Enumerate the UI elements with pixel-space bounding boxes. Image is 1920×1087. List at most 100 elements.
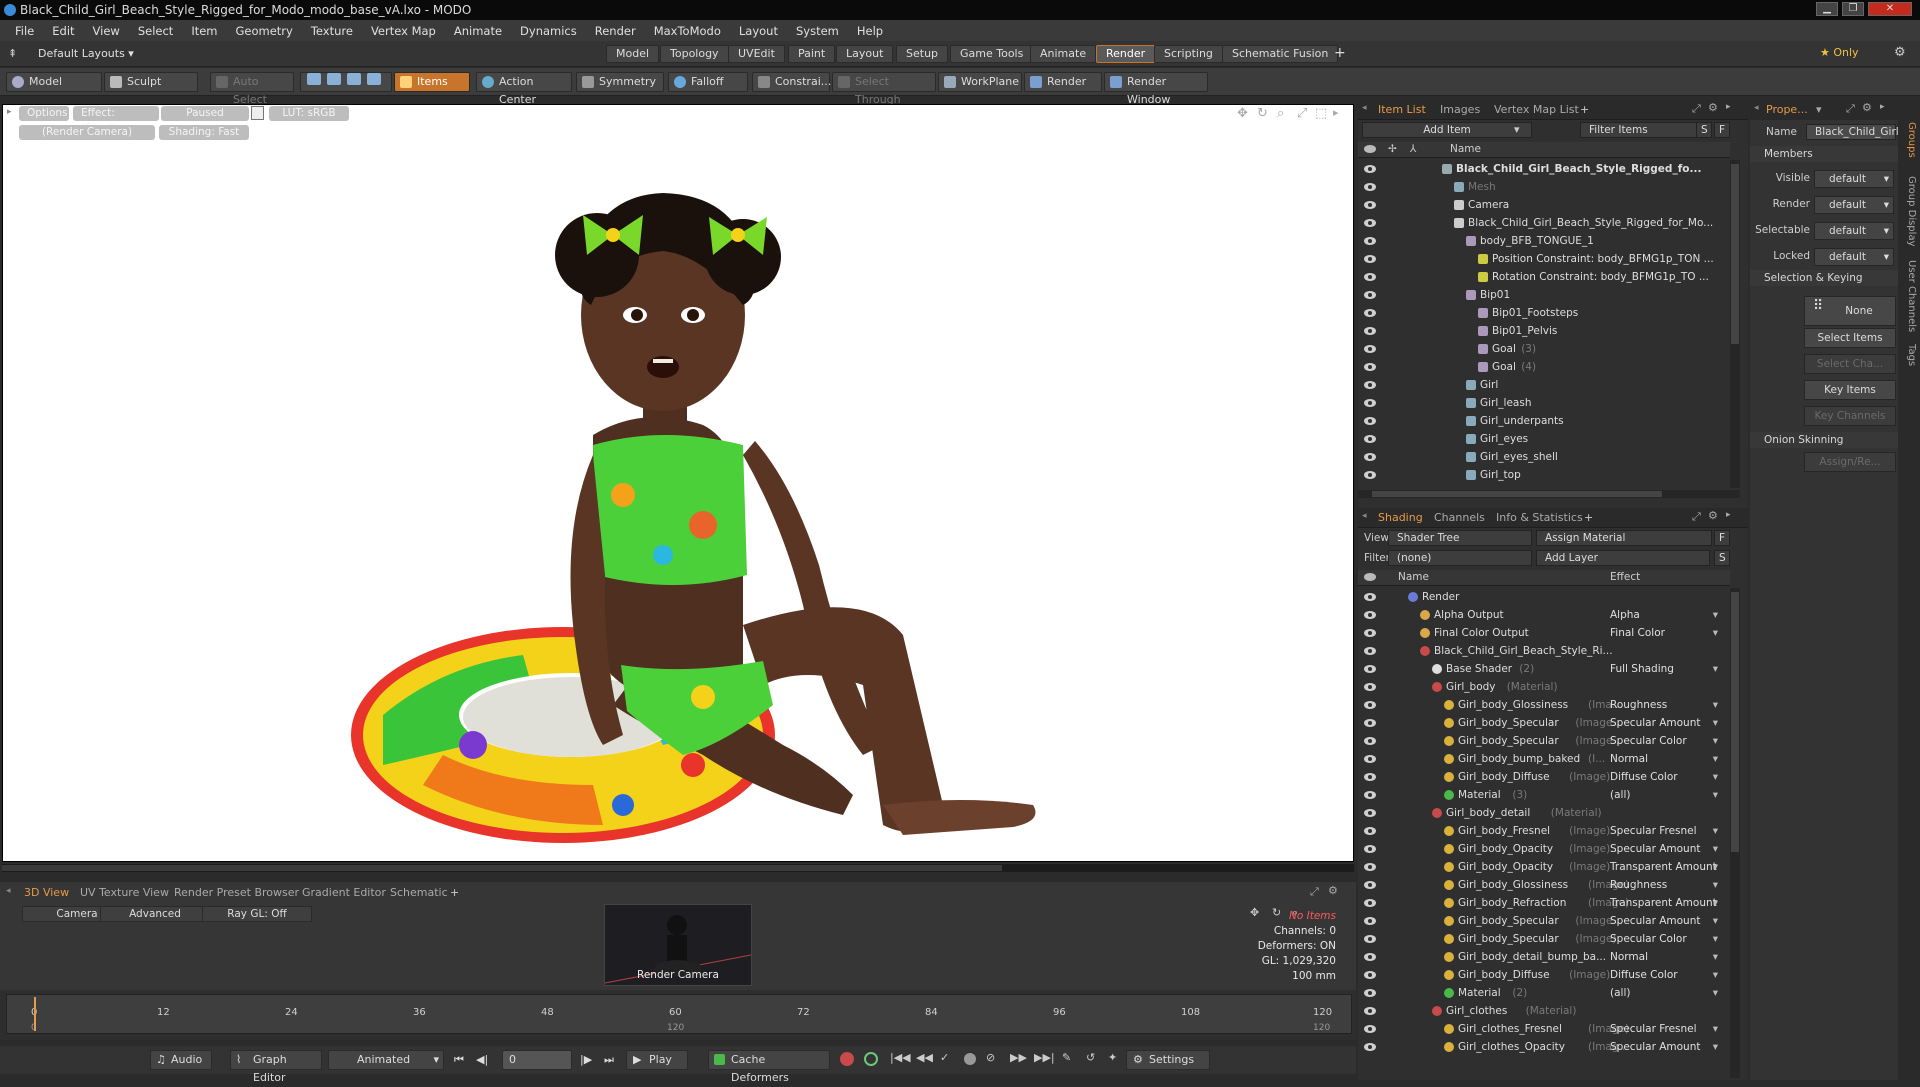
keyframe-options-icon[interactable]: ✎ xyxy=(1062,1051,1071,1064)
item-list-row[interactable]: Bip01_Pelvis xyxy=(1358,322,1728,340)
menu-texture[interactable]: Texture xyxy=(311,24,353,38)
item-list-name-column[interactable]: Name xyxy=(1450,142,1481,157)
header-pin-icon[interactable]: ⅄ xyxy=(1410,142,1416,157)
effect-dropdown[interactable]: Normal xyxy=(1610,750,1720,768)
visibility-eye-icon[interactable] xyxy=(1364,345,1376,353)
menu-file[interactable]: File xyxy=(15,24,34,38)
visibility-eye-icon[interactable] xyxy=(1364,471,1376,479)
polygons-mode-icon[interactable] xyxy=(347,73,361,85)
shader-tree-row[interactable]: Girl_body_Glossiness (Image) Roughness xyxy=(1358,876,1728,894)
item-list-row[interactable]: Girl_eyes_shell xyxy=(1358,448,1728,466)
effect-dropdown[interactable]: Specular Amount xyxy=(1610,714,1720,732)
visibility-eye-icon[interactable] xyxy=(1364,935,1376,943)
key-channels-button[interactable]: Key Channels xyxy=(1804,406,1896,426)
ghost-icon[interactable]: ↺ xyxy=(1086,1051,1095,1064)
effect-dropdown[interactable]: Alpha xyxy=(1610,606,1720,624)
shader-tree-row[interactable]: Alpha Output Alpha xyxy=(1358,606,1728,624)
item-list-row[interactable]: Black_Child_Girl_Beach_Style_Rigged_fo..… xyxy=(1358,160,1728,178)
visibility-eye-icon[interactable] xyxy=(1364,219,1376,227)
visibility-eye-icon[interactable] xyxy=(1364,737,1376,745)
visibility-eye-icon[interactable] xyxy=(1364,665,1376,673)
item-list-scrollbar[interactable] xyxy=(1730,160,1740,488)
maximize-button[interactable]: ❐ xyxy=(1842,2,1864,16)
item-list-row[interactable]: Girl_top xyxy=(1358,466,1728,484)
visibility-eye-icon[interactable] xyxy=(1364,1007,1376,1015)
visibility-eye-icon[interactable] xyxy=(1364,327,1376,335)
shading-f-button[interactable]: F xyxy=(1714,530,1730,546)
graph-editor-button[interactable]: ⌇ Graph Editor xyxy=(230,1050,322,1084)
visibility-eye-icon[interactable] xyxy=(1364,399,1376,407)
shader-tree-row[interactable]: Girl_body_Specular (Image... Specular Amou… xyxy=(1358,714,1728,732)
tab-channels[interactable]: Channels xyxy=(1434,511,1485,524)
nav-move-icon[interactable]: ✥ xyxy=(1250,906,1259,919)
nav-rotate-icon[interactable]: ↻ xyxy=(1272,906,1281,919)
shader-tree-row[interactable]: Base Shader (2) Full Shading xyxy=(1358,660,1728,678)
sculpt-mode-button[interactable]: Sculpt xyxy=(104,72,198,92)
shading-panel-collapse-icon[interactable]: ◂ xyxy=(1362,511,1367,521)
menu-maxtomodo[interactable]: MaxToModo xyxy=(654,24,721,38)
visibility-eye-icon[interactable] xyxy=(1364,701,1376,709)
item-list-hscroll-thumb[interactable] xyxy=(1372,491,1662,497)
tab-item-list[interactable]: Item List xyxy=(1378,103,1426,116)
panel-gear-icon[interactable]: ⚙ xyxy=(1328,884,1338,897)
current-frame-marker[interactable] xyxy=(34,997,36,1031)
tab-images[interactable]: Images xyxy=(1440,103,1480,116)
item-list-row[interactable]: Black_Child_Girl_Beach_Style_Rigged_for_… xyxy=(1358,214,1728,232)
render-window-button[interactable]: Render Window xyxy=(1104,72,1208,106)
unkey-icon[interactable]: ⊘ xyxy=(986,1051,995,1064)
settings-button[interactable]: ⚙ Settings xyxy=(1126,1050,1210,1070)
shader-tree-row[interactable]: Black_Child_Girl_Beach_Style_Ri... xyxy=(1358,642,1728,660)
add-panel-tab-button[interactable]: + xyxy=(450,886,459,899)
header-eye-icon[interactable] xyxy=(1364,145,1376,153)
menu-edit[interactable]: Edit xyxy=(52,24,74,38)
effect-dropdown[interactable]: Transparent Amount xyxy=(1610,858,1720,876)
play-button[interactable]: ▶ Play xyxy=(626,1050,688,1070)
visibility-eye-icon[interactable] xyxy=(1364,629,1376,637)
tab-uvedit[interactable]: UVEdit xyxy=(728,45,785,63)
tab-gradient-editor[interactable]: Gradient Editor xyxy=(302,886,386,899)
effect-dropdown[interactable]: Full Shading xyxy=(1610,660,1720,678)
workplane-button[interactable]: WorkPlane xyxy=(938,72,1022,92)
close-button[interactable]: ✕ xyxy=(1868,2,1912,16)
filter-items-input[interactable]: Filter Items xyxy=(1580,122,1708,138)
tab-setup[interactable]: Setup xyxy=(896,45,949,63)
visibility-eye-icon[interactable] xyxy=(1364,165,1376,173)
shader-tree-row[interactable]: Material (3) (all) xyxy=(1358,786,1728,804)
previous-key-icon[interactable]: ◀| xyxy=(476,1053,488,1066)
visibility-eye-icon[interactable] xyxy=(1364,417,1376,425)
minimize-button[interactable]: ▁ xyxy=(1816,2,1838,16)
view-dropdown[interactable]: Shader Tree xyxy=(1388,530,1532,546)
visibility-eye-icon[interactable] xyxy=(1364,183,1376,191)
effect-dropdown[interactable]: Diffuse Color xyxy=(1610,768,1720,786)
props-maximize-icon[interactable]: ⤢ xyxy=(1846,102,1855,116)
item-list-row[interactable]: Rotation Constraint: body_BFMG1p_TO ... xyxy=(1358,268,1728,286)
visibility-eye-icon[interactable] xyxy=(1364,989,1376,997)
shader-tree-row[interactable]: Girl_body_detail_bump_ba... Normal xyxy=(1358,948,1728,966)
model-mode-button[interactable]: Model xyxy=(6,72,102,92)
visibility-eye-icon[interactable] xyxy=(1364,1043,1376,1051)
shader-tree-row[interactable]: Girl_body_Specular (Image) Specular Color xyxy=(1358,930,1728,948)
go-to-end-icon[interactable]: ⏭ xyxy=(604,1053,614,1067)
auto-key-icon[interactable] xyxy=(840,1052,854,1066)
menu-animate[interactable]: Animate xyxy=(454,24,502,38)
visibility-eye-icon[interactable] xyxy=(1364,237,1376,245)
prev-key-frame-icon[interactable]: |◀◀ xyxy=(890,1051,911,1064)
visibility-eye-icon[interactable] xyxy=(1364,953,1376,961)
assign-material-dropdown[interactable]: Assign Material xyxy=(1536,530,1712,546)
only-toggle[interactable]: ★ Only xyxy=(1820,46,1859,59)
next-frame-icon[interactable]: ▶▶ xyxy=(1010,1051,1027,1064)
ray-gl-button[interactable]: Ray GL: Off xyxy=(202,906,312,922)
tab-schematic-fusion[interactable]: Schematic Fusion xyxy=(1222,45,1339,63)
advanced-button[interactable]: Advanced xyxy=(100,906,210,922)
action-center-button[interactable]: Action Center xyxy=(476,72,572,106)
effect-dropdown[interactable]: Final Color xyxy=(1610,624,1720,642)
visibility-eye-icon[interactable] xyxy=(1364,273,1376,281)
shader-tree-row[interactable]: Girl_body_Specular (Image... Specular Amou… xyxy=(1358,912,1728,930)
effect-dropdown[interactable]: Specular Fresnel xyxy=(1610,822,1720,840)
tab-render[interactable]: Render xyxy=(1096,45,1156,63)
tab-scripting[interactable]: Scripting xyxy=(1154,45,1223,63)
item-panel-arrow-icon[interactable]: ▸ xyxy=(1726,102,1731,112)
viewport-scroll-thumb[interactable] xyxy=(2,865,1002,871)
filter-s-button[interactable]: S xyxy=(1696,122,1712,138)
panel-collapse-icon[interactable]: ◂ xyxy=(6,886,11,896)
